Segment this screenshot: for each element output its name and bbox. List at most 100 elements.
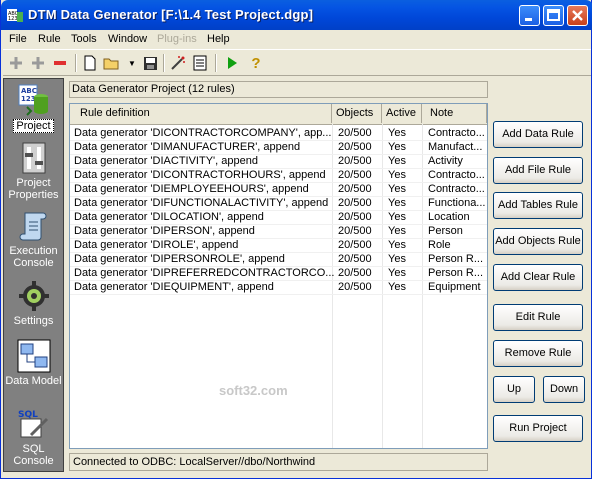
add-clear-rule-button[interactable]: Add Clear Rule (493, 264, 583, 291)
cell-objects: 20/500 (338, 141, 372, 153)
add-data-rule-button[interactable]: Add Data Rule (493, 121, 583, 148)
menu-file[interactable]: File (9, 33, 27, 45)
sidebar-label-project: Project (13, 119, 54, 133)
cell-active: Yes (388, 127, 406, 139)
cell-objects: 20/500 (338, 155, 372, 167)
cell-note: Person R... (428, 267, 484, 279)
column-header-rule-definition[interactable]: Rule definition (70, 104, 332, 123)
save-icon[interactable] (141, 54, 159, 72)
cell-note: Location (428, 211, 470, 223)
cell-objects: 20/500 (338, 169, 372, 181)
column-header-note[interactable]: Note (422, 104, 487, 123)
run-project-button[interactable]: Run Project (493, 415, 583, 442)
cell-note: Contracto... (428, 183, 485, 195)
svg-text:123: 123 (8, 16, 18, 22)
sidebar-label-data-model: Data Model (5, 375, 62, 387)
table-row[interactable]: Data generator 'DIMANUFACTURER', append 2… (70, 140, 487, 155)
delete-rule-icon[interactable] (51, 54, 69, 72)
table-row[interactable]: Data generator 'DIPREFERREDCONTRACTORCO.… (70, 266, 487, 281)
menu-rule[interactable]: Rule (38, 33, 61, 45)
app-window: ABC 123 DTM Data Generator [F:\1.4 Test … (0, 0, 592, 479)
svg-text:123: 123 (21, 95, 36, 103)
sidebar-item-project[interactable]: ABC 123 Project (4, 83, 63, 133)
column-header-active[interactable]: Active (382, 104, 422, 123)
edit-rule-button[interactable]: Edit Rule (493, 304, 583, 331)
maximize-icon (547, 9, 560, 21)
status-bar: Connected to ODBC: LocalServer//dbo/Nort… (69, 453, 488, 471)
add-objects-rule-button[interactable]: Add Objects Rule (493, 228, 583, 255)
cell-rule-definition: Data generator 'DILOCATION', append (74, 211, 264, 223)
sql-console-icon: SQL (18, 410, 48, 438)
sidebar-item-settings[interactable]: Settings (4, 279, 63, 327)
open-dropdown-icon[interactable]: ▼ (123, 54, 141, 72)
add-rule-icon[interactable] (7, 54, 25, 72)
toolbar: ▼ ? (3, 49, 591, 76)
cell-note: Person (428, 225, 463, 237)
cell-note: Functiona... (428, 197, 486, 209)
wizard-icon[interactable] (169, 54, 187, 72)
help-icon[interactable]: ? (247, 54, 265, 72)
table-row[interactable]: Data generator 'DIPERSONROLE', append 20/… (70, 252, 487, 267)
table-row[interactable]: Data generator 'DIPERSON', append 20/500 Y… (70, 224, 487, 239)
sidebar-item-data-model[interactable]: Data Model (4, 339, 63, 387)
add-file-rule-button[interactable]: Add File Rule (493, 157, 583, 184)
menu-bar: File Rule Tools Window Plug-ins Help (3, 31, 591, 48)
cell-rule-definition: Data generator 'DIEQUIPMENT', append (74, 281, 274, 293)
cell-active: Yes (388, 197, 406, 209)
cell-note: Contracto... (428, 127, 485, 139)
cell-active: Yes (388, 155, 406, 167)
cell-note: Contracto... (428, 169, 485, 181)
copy-rule-icon[interactable] (29, 54, 47, 72)
svg-text:ABC: ABC (21, 87, 37, 95)
menu-window[interactable]: Window (108, 33, 147, 45)
title-bar[interactable]: ABC 123 DTM Data Generator [F:\1.4 Test … (1, 0, 592, 30)
sidebar-label-project-properties: Project Properties (8, 177, 59, 201)
cell-objects: 20/500 (338, 211, 372, 223)
database-project-icon: ABC 123 (18, 84, 48, 116)
table-row[interactable]: Data generator 'DICONTRACTORHOURS', appe… (70, 168, 487, 183)
cell-objects: 20/500 (338, 127, 372, 139)
table-header: Rule definition Objects Active Note (70, 104, 487, 125)
cell-rule-definition: Data generator 'DIPREFERREDCONTRACTORCO.… (74, 267, 334, 279)
minimize-icon (525, 18, 532, 21)
sidebar-item-execution-console[interactable]: Execution Console (4, 209, 63, 269)
cell-objects: 20/500 (338, 239, 372, 251)
table-row[interactable]: Data generator 'DICONTRACTORCOMPANY', ap… (70, 126, 487, 141)
cell-objects: 20/500 (338, 253, 372, 265)
properties-icon[interactable] (191, 54, 209, 72)
table-row[interactable]: Data generator 'DIROLE', append 20/500 Yes… (70, 238, 487, 253)
table-row[interactable]: Data generator 'DIFUNCTIONALACTIVITY', a… (70, 196, 487, 211)
menu-plugins[interactable]: Plug-ins (157, 33, 197, 45)
menu-help[interactable]: Help (207, 33, 230, 45)
cell-note: Activity (428, 155, 463, 167)
cell-rule-definition: Data generator 'DICONTRACTORCOMPANY', ap… (74, 127, 332, 139)
new-icon[interactable] (81, 54, 99, 72)
remove-rule-button[interactable]: Remove Rule (493, 340, 583, 367)
sidebar-item-project-properties[interactable]: Project Properties (4, 141, 63, 201)
sidebar-item-sql-console[interactable]: SQL SQL Console (4, 407, 63, 467)
cell-note: Equipment (428, 281, 481, 293)
open-icon[interactable] (103, 54, 121, 72)
table-row[interactable]: Data generator 'DIEQUIPMENT', append 20/5… (70, 280, 487, 295)
table-row[interactable]: Data generator 'DILOCATION', append 20/50… (70, 210, 487, 225)
up-button[interactable]: Up (493, 376, 535, 403)
menu-tools[interactable]: Tools (71, 33, 97, 45)
table-row[interactable]: Data generator 'DIEMPLOYEEHOURS', append… (70, 182, 487, 197)
sidebar-label-execution-console: Execution Console (9, 245, 58, 269)
add-tables-rule-button[interactable]: Add Tables Rule (493, 192, 583, 219)
window-title: DTM Data Generator [F:\1.4 Test Project.… (28, 7, 314, 22)
cell-rule-definition: Data generator 'DIROLE', append (74, 239, 239, 251)
cell-objects: 20/500 (338, 267, 372, 279)
app-icon: ABC 123 (7, 9, 23, 22)
close-button[interactable] (567, 5, 588, 26)
run-icon[interactable] (223, 54, 241, 72)
table-row[interactable]: Data generator 'DIACTIVITY', append 20/50… (70, 154, 487, 169)
down-button[interactable]: Down (543, 376, 585, 403)
cell-objects: 20/500 (338, 183, 372, 195)
minimize-button[interactable] (519, 5, 540, 26)
cell-active: Yes (388, 267, 406, 279)
maximize-button[interactable] (543, 5, 564, 26)
cell-objects: 20/500 (338, 281, 372, 293)
column-header-objects[interactable]: Objects (332, 104, 382, 123)
cell-active: Yes (388, 239, 406, 251)
